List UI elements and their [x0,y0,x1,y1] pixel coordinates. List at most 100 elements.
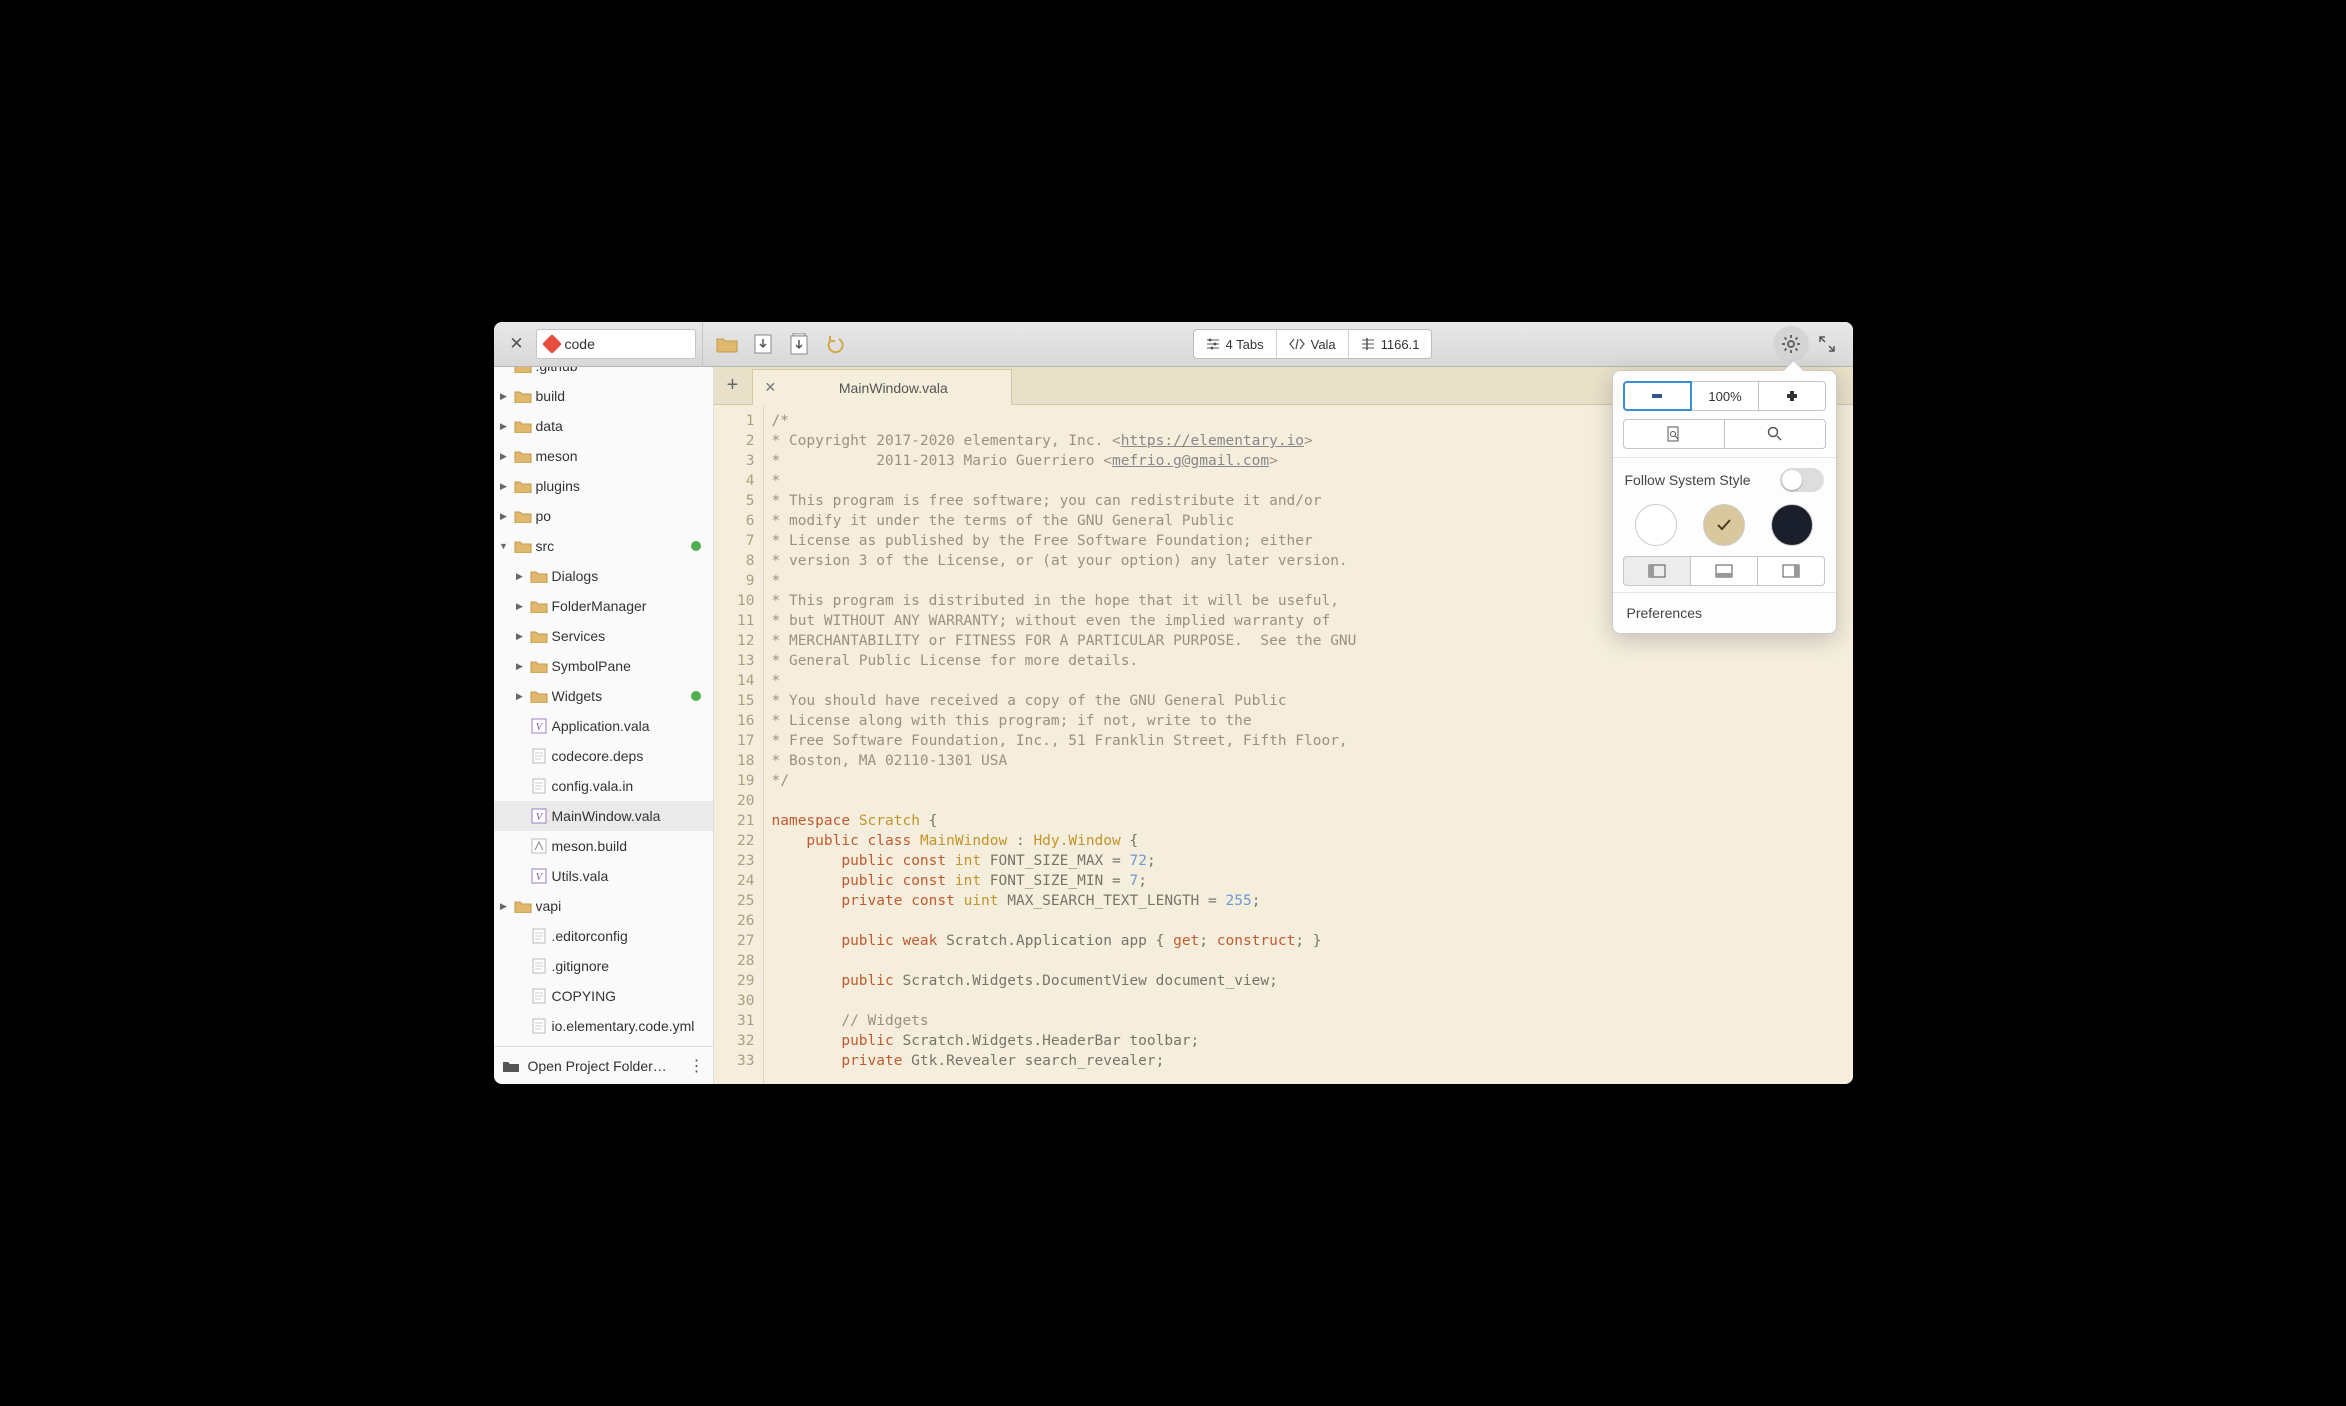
search-button[interactable] [1725,419,1826,449]
tree-item-label: io.elementary.code.yml [552,1018,705,1034]
disclosure-triangle[interactable]: ▶ [498,511,510,522]
tree-item-label: .github [536,367,705,374]
disclosure-triangle[interactable]: ▶ [514,571,526,582]
folder-icon [530,687,548,705]
tree-row[interactable]: ▶ meson [494,441,713,471]
vala-icon: V [530,807,548,825]
folder-open-icon [502,1059,520,1073]
tree-row[interactable]: ▶Widgets [494,681,713,711]
disclosure-triangle[interactable]: ▶ [498,391,510,402]
tree-row[interactable]: .github [494,367,713,381]
tree-item-label: po [536,508,705,524]
tree-row[interactable]: codecore.deps [494,741,713,771]
folder-icon [716,335,738,353]
tab-title: MainWindow.vala [788,380,998,396]
tree-row[interactable]: ▶ po [494,501,713,531]
theme-light[interactable] [1635,504,1677,546]
sidebar: .github▶build▶data▶meson▶plugins▶po▼src▶… [494,367,714,1084]
sidebar-footer: Open Project Folder… ⋮ [494,1046,713,1084]
settings-menu-button[interactable] [1773,326,1809,362]
disclosure-triangle[interactable]: ▼ [498,541,510,551]
tree-row[interactable]: ▶build [494,381,713,411]
tree-item-label: codecore.deps [552,748,705,764]
tree-item-label: .gitignore [552,958,705,974]
tree-row[interactable]: config.vala.in [494,771,713,801]
search-icon [1767,426,1783,442]
folder-icon [530,597,548,615]
save-button[interactable] [745,326,781,362]
tree-row[interactable]: ▶FolderManager [494,591,713,621]
tree-row[interactable]: ▶vapi [494,891,713,921]
tree-item-label: config.vala.in [552,778,705,794]
cursor-indicator[interactable]: 1166.1 [1349,330,1432,358]
tree-row[interactable]: VMainWindow.vala [494,801,713,831]
panel-right-button[interactable] [1758,556,1825,586]
tab-close-button[interactable]: ✕ [765,379,777,396]
tree-row[interactable]: ▶Dialogs [494,561,713,591]
theme-sepia[interactable] [1703,504,1745,546]
cursor-label: 1166.1 [1381,337,1420,352]
zoom-out-button[interactable] [1623,381,1693,411]
tree-row[interactable]: .editorconfig [494,921,713,951]
follow-style-switch[interactable] [1780,468,1824,492]
folder-icon [514,897,532,915]
project-chip[interactable]: code [536,329,696,359]
vala-icon: V [530,867,548,885]
follow-style-row: Follow System Style [1623,462,1826,498]
folder-icon [514,417,532,435]
tree-row[interactable]: .gitignore [494,951,713,981]
panel-left-button[interactable] [1623,556,1691,586]
tree-row[interactable]: ▶plugins [494,471,713,501]
more-icon[interactable]: ⋮ [689,1056,705,1076]
editor-tab[interactable]: ✕ MainWindow.vala [752,369,1012,405]
find-in-project-button[interactable] [1623,419,1725,449]
disclosure-triangle[interactable]: ▶ [514,661,526,672]
zoom-in-button[interactable] [1759,381,1826,411]
disclosure-triangle[interactable]: ▶ [514,601,526,612]
panel-bottom-button[interactable] [1691,556,1758,586]
open-folder-button[interactable] [709,326,745,362]
check-icon [1716,517,1732,533]
panel-left-icon [1648,564,1666,578]
new-tab-button[interactable]: + [714,367,752,404]
fullscreen-button[interactable] [1809,326,1845,362]
panel-bottom-icon [1715,564,1733,578]
file-icon [530,777,548,795]
status-pill-group: 4 Tabs Vala 1166.1 [1193,329,1433,359]
tree-item-label: meson [536,448,705,464]
theme-dark[interactable] [1771,504,1813,546]
disclosure-triangle[interactable]: ▶ [498,481,510,492]
save-all-button[interactable] [781,326,817,362]
build-icon [530,837,548,855]
revert-button[interactable] [817,326,853,362]
file-tree[interactable]: .github▶build▶data▶meson▶plugins▶po▼src▶… [494,367,713,1046]
disclosure-triangle[interactable]: ▶ [514,631,526,642]
window-close-button[interactable]: ✕ [502,334,532,354]
tree-row[interactable]: io.elementary.code.yml [494,1011,713,1041]
tree-row[interactable]: ▼src [494,531,713,561]
tabs-indicator[interactable]: 4 Tabs [1194,330,1277,358]
save-down-icon [754,334,772,354]
zoom-level[interactable]: 100% [1692,381,1759,411]
status-dot [691,541,701,551]
tree-row[interactable]: ▶ data [494,411,713,441]
tree-row[interactable]: COPYING [494,981,713,1011]
language-indicator[interactable]: Vala [1277,330,1349,358]
tree-row[interactable]: VUtils.vala [494,861,713,891]
tree-row[interactable]: meson.build [494,831,713,861]
tree-item-label: Application.vala [552,718,705,734]
disclosure-triangle[interactable]: ▶ [514,691,526,702]
open-project-label[interactable]: Open Project Folder… [528,1058,681,1074]
tree-row[interactable]: VApplication.vala [494,711,713,741]
disclosure-triangle[interactable]: ▶ [498,451,510,462]
tree-row[interactable]: ▶Services [494,621,713,651]
disclosure-triangle[interactable]: ▶ [498,901,510,912]
tree-item-label: data [536,418,705,434]
disclosure-triangle[interactable]: ▶ [498,421,510,432]
preferences-link[interactable]: Preferences [1623,597,1826,623]
file-icon [530,957,548,975]
file-icon [530,747,548,765]
tree-row[interactable]: ▶SymbolPane [494,651,713,681]
goto-icon [1361,338,1375,350]
line-gutter: 1234567891011121314151617181920212223242… [714,405,764,1084]
